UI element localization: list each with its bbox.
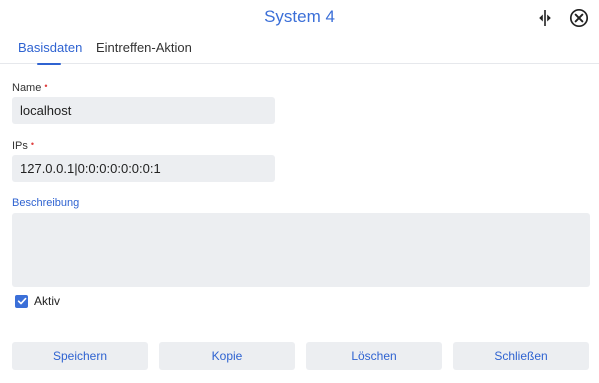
tab-bar: Basisdaten Eintreffen-Aktion [0, 36, 599, 65]
checkmark-icon [17, 297, 26, 305]
copy-button[interactable]: Kopie [159, 342, 295, 370]
name-label-text: Name [12, 82, 42, 94]
ips-label-text: IPs [12, 140, 28, 152]
delete-button[interactable]: Löschen [306, 342, 442, 370]
close-icon[interactable] [568, 7, 590, 29]
name-field[interactable]: localhost [12, 97, 275, 124]
close-button[interactable]: Schließen [453, 342, 589, 370]
name-label: Name • [12, 81, 48, 94]
ips-field[interactable]: 127.0.0.1|0:0:0:0:0:0:0:1 [12, 155, 275, 182]
dialog-title: System 4 [264, 7, 335, 26]
tab-basisdaten[interactable]: Basisdaten [18, 40, 82, 65]
description-label: Beschreibung [12, 197, 80, 209]
required-marker: • [30, 139, 35, 149]
split-view-icon[interactable] [534, 7, 556, 29]
dialog-header: System 4 [0, 0, 599, 34]
system-dialog: System 4 Basisdaten Eintreffen-Aktion Na… [0, 0, 599, 383]
active-checkbox-row: Aktiv [15, 294, 60, 308]
description-textarea[interactable] [12, 213, 590, 287]
ips-label: IPs • [12, 139, 34, 152]
required-marker: • [44, 81, 48, 91]
save-button[interactable]: Speichern [12, 342, 148, 370]
active-checkbox[interactable] [15, 294, 28, 308]
tab-eintreffen-aktion[interactable]: Eintreffen-Aktion [96, 40, 192, 64]
active-checkbox-label: Aktiv [34, 294, 61, 308]
